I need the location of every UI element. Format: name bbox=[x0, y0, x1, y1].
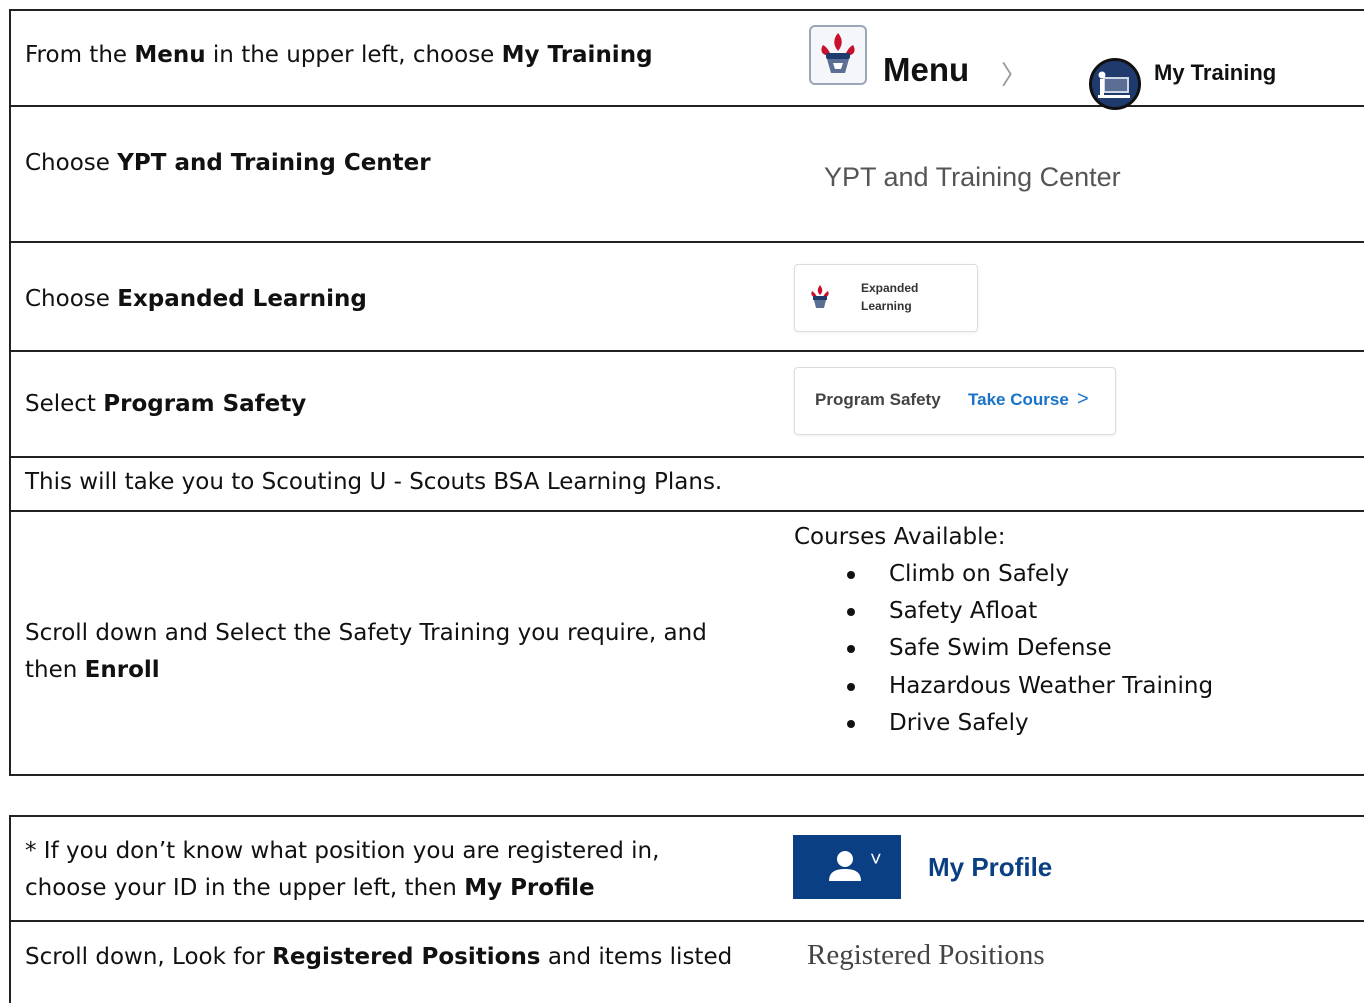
card-line-1: Expanded bbox=[861, 281, 919, 295]
user-id-button[interactable]: ˅ bbox=[793, 835, 901, 899]
chevron-right-icon: 〉 bbox=[1001, 60, 1028, 90]
bsa-emblem-icon[interactable] bbox=[809, 25, 867, 85]
text-bold: Menu bbox=[134, 42, 206, 68]
text-bold: My Profile bbox=[464, 875, 595, 901]
step-row-enroll: Scroll down and Select the Safety Traini… bbox=[11, 512, 1364, 776]
text-line: * If you don’t know what position you ar… bbox=[25, 838, 660, 864]
user-icon bbox=[829, 851, 861, 881]
step-row-menu: From the Menu in the upper left, choose … bbox=[11, 11, 1364, 110]
text-span: choose your ID in the upper left, then bbox=[25, 875, 465, 901]
take-course-link[interactable]: Take Course bbox=[968, 390, 1069, 410]
step-text: Scroll down and Select the Safety Traini… bbox=[25, 615, 707, 689]
menu-label[interactable]: Menu bbox=[883, 51, 969, 89]
text-bold: Enroll bbox=[84, 657, 160, 683]
step-text: From the Menu in the upper left, choose … bbox=[25, 37, 653, 74]
step-text: * If you don’t know what position you ar… bbox=[25, 833, 659, 907]
step-row-program-safety: Select Program Safety Program Safety Tak… bbox=[11, 352, 1364, 458]
text-span: then bbox=[25, 657, 85, 683]
ypt-training-center-link[interactable]: YPT and Training Center bbox=[824, 162, 1121, 193]
text-span: Select bbox=[25, 391, 104, 417]
step-text: Choose Expanded Learning bbox=[25, 281, 367, 318]
text-span: Choose bbox=[25, 286, 118, 312]
step-text: Choose YPT and Training Center bbox=[25, 145, 431, 182]
text-span: in the upper left, choose bbox=[205, 42, 502, 68]
text-line: choose your ID in the upper left, then M… bbox=[25, 870, 659, 907]
step-row-expanded-learning: Choose Expanded Learning Expanded Learni… bbox=[11, 243, 1364, 352]
step-row-my-profile: * If you don’t know what position you ar… bbox=[11, 817, 1364, 922]
list-item: Hazardous Weather Training bbox=[794, 668, 1294, 705]
text-bold: Expanded Learning bbox=[117, 286, 367, 312]
text-span: and items listed bbox=[540, 944, 733, 970]
step-row-registered-positions: Scroll down, Look for Registered Positio… bbox=[11, 922, 1364, 1003]
program-safety-card[interactable]: Program Safety Take Course > bbox=[794, 367, 1116, 435]
step-text: Select Program Safety bbox=[25, 386, 306, 423]
text-line: then Enroll bbox=[25, 652, 707, 689]
text-span: Choose bbox=[25, 150, 118, 176]
profile-table: * If you don’t know what position you ar… bbox=[9, 815, 1364, 1003]
instructions-table: From the Menu in the upper left, choose … bbox=[9, 9, 1364, 776]
step-text: Scroll down, Look for Registered Positio… bbox=[25, 939, 732, 976]
my-training-label[interactable]: My Training bbox=[1154, 60, 1276, 86]
bsa-emblem-icon bbox=[807, 283, 833, 311]
text-bold: YPT and Training Center bbox=[117, 150, 431, 176]
chevron-right-icon[interactable]: > bbox=[1077, 388, 1089, 411]
expanded-learning-card[interactable]: Expanded Learning bbox=[794, 264, 978, 332]
text-line: Scroll down and Select the Safety Traini… bbox=[25, 620, 707, 646]
courses-heading: Courses Available: bbox=[794, 524, 1006, 550]
text-span: From the bbox=[25, 42, 135, 68]
step-text: This will take you to Scouting U - Scout… bbox=[25, 469, 723, 495]
courses-panel: Courses Available: Climb on Safely Safet… bbox=[794, 519, 1294, 742]
text-bold: Registered Positions bbox=[272, 944, 541, 970]
my-profile-link[interactable]: My Profile bbox=[928, 852, 1052, 883]
step-row-ypt: Choose YPT and Training Center YPT and T… bbox=[11, 107, 1364, 243]
step-row-scouting-u: This will take you to Scouting U - Scout… bbox=[11, 458, 1364, 512]
chevron-down-icon: ˅ bbox=[870, 849, 882, 871]
card-line-2: Learning bbox=[861, 299, 912, 313]
text-bold: My Training bbox=[501, 42, 653, 68]
list-item: Safety Afloat bbox=[794, 593, 1294, 630]
my-training-icon[interactable] bbox=[1089, 58, 1141, 110]
list-item: Climb on Safely bbox=[794, 556, 1294, 593]
text-bold: Program Safety bbox=[103, 391, 307, 417]
text-span: Scroll down, Look for bbox=[25, 944, 273, 970]
course-title: Program Safety bbox=[815, 390, 941, 409]
list-item: Safe Swim Defense bbox=[794, 630, 1294, 667]
courses-list: Climb on Safely Safety Afloat Safe Swim … bbox=[794, 556, 1294, 742]
list-item: Drive Safely bbox=[794, 705, 1294, 742]
registered-positions-heading: Registered Positions bbox=[807, 939, 1045, 971]
